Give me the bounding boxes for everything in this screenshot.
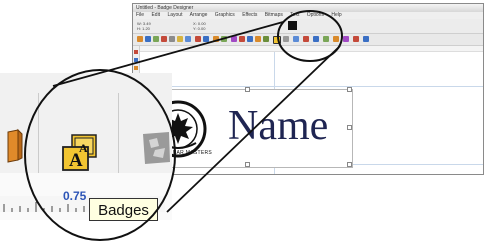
callout-line-top (52, 21, 284, 87)
callout-line-bottom (166, 45, 341, 213)
zoom-callout-overlay (24, 10, 343, 241)
large-magnify-circle (24, 69, 176, 241)
